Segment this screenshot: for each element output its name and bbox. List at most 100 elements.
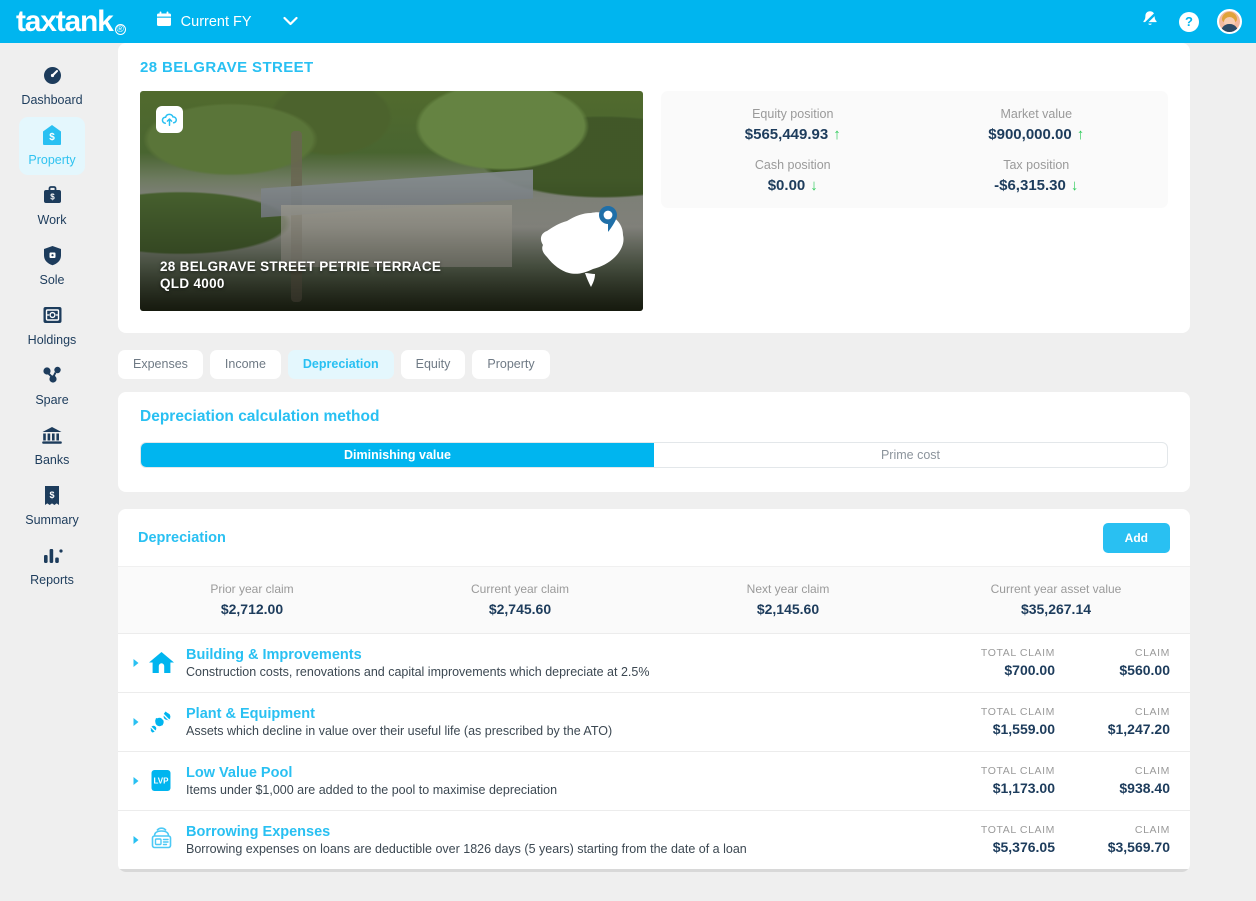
summary-value: $2,712.00 (220, 600, 284, 617)
add-button[interactable]: Add (1102, 522, 1170, 553)
stat-amount: -$6,315.30 (994, 177, 1066, 194)
stat-label: Tax position (1003, 158, 1070, 172)
safe-icon (19, 304, 85, 326)
cloud-upload-icon[interactable] (156, 106, 183, 133)
summary-label: Current year asset value (990, 581, 1122, 596)
shield-icon (19, 244, 85, 266)
sidebar-item-spare[interactable]: Spare (19, 357, 85, 415)
expand-caret-icon[interactable] (128, 776, 144, 786)
table-row[interactable]: Plant & Equipment Assets which decline i… (118, 691, 1190, 751)
property-photo[interactable]: 28 BELGRAVE STREET PETRIE TERRACE QLD 40… (140, 91, 643, 311)
claim-value: $938.40 (1119, 780, 1170, 796)
total-claim-label: TOTAL CLAIM (980, 765, 1055, 777)
svg-text:$: $ (50, 193, 55, 202)
sidebar-item-label: Summary (25, 513, 79, 527)
registered-mark: ® (114, 23, 126, 35)
calculation-method-card: Depreciation calculation method Diminish… (118, 391, 1190, 492)
total-claim-value: $5,376.05 (992, 839, 1055, 855)
depreciation-summary-band: Prior year claim $2,712.00 Current year … (118, 565, 1190, 633)
expand-caret-icon[interactable] (128, 717, 144, 727)
financial-year-selector[interactable]: Current FY (156, 11, 298, 32)
method-option-prime-cost[interactable]: Prime cost (654, 443, 1167, 467)
summary-prior-year-claim: Prior year claim $2,712.00 (118, 582, 386, 617)
sidebar-item-label: Reports (30, 573, 74, 587)
tab-depreciation[interactable]: Depreciation (287, 350, 394, 379)
trend-up-icon: ↑ (833, 126, 841, 143)
total-claim-cell: TOTAL CLAIM $1,559.00 (880, 706, 1055, 737)
sidebar-item-reports[interactable]: Reports (19, 537, 85, 595)
card-bottom-rule (118, 868, 1190, 872)
method-option-diminishing-value[interactable]: Diminishing value (141, 442, 654, 467)
summary-current-year-claim: Current year claim $2,745.60 (386, 582, 654, 617)
top-bar-actions: ? (1139, 8, 1242, 35)
summary-label: Prior year claim (210, 581, 294, 596)
table-row[interactable]: Building & Improvements Construction cos… (118, 632, 1190, 692)
claim-cell: CLAIM $3,569.70 (1055, 824, 1170, 855)
sidebar-item-banks[interactable]: Banks (19, 417, 85, 475)
sidebar-item-sole[interactable]: Sole (19, 237, 85, 295)
claim-label: CLAIM (1134, 824, 1170, 836)
total-claim-value: $1,173.00 (992, 780, 1055, 796)
main-content: 28 BELGRAVE STREET 28 BELGRAVE STREET PE… (104, 43, 1256, 901)
calendar-icon (156, 11, 172, 32)
summary-value: $2,145.60 (756, 600, 820, 617)
svg-text:$: $ (49, 490, 54, 500)
stat-value-row: $0.00 ↓ (671, 177, 915, 194)
asset-name: Building & Improvements (186, 646, 362, 663)
avatar[interactable] (1217, 9, 1242, 34)
total-claim-value: $700.00 (1004, 662, 1055, 678)
expand-caret-icon[interactable] (128, 658, 144, 668)
chevron-down-icon[interactable] (282, 13, 298, 31)
tab-equity[interactable]: Equity (400, 350, 466, 379)
sidebar-item-summary[interactable]: $ Summary (19, 477, 85, 535)
summary-current-year-asset-value: Current year asset value $35,267.14 (922, 582, 1190, 617)
brand-name: taxtank (16, 4, 114, 38)
avatar-body (1221, 24, 1238, 32)
stat-equity-position: Equity position $565,449.93 ↑ (671, 107, 915, 143)
claim-cell: CLAIM $560.00 (1055, 647, 1170, 678)
bank-icon (19, 424, 85, 446)
speedometer-icon (19, 64, 85, 86)
table-row[interactable]: LVP Low Value Pool Items under $1,000 ar… (118, 750, 1190, 810)
stat-cash-position: Cash position $0.00 ↓ (671, 158, 915, 194)
total-claim-cell: TOTAL CLAIM $1,173.00 (880, 765, 1055, 796)
tab-income[interactable]: Income (209, 350, 281, 379)
stat-amount: $900,000.00 (988, 126, 1072, 143)
property-overview-body: 28 BELGRAVE STREET PETRIE TERRACE QLD 40… (140, 91, 1168, 311)
sidebar-item-work[interactable]: $ Work (19, 177, 85, 235)
stat-value-row: $565,449.93 ↑ (671, 126, 915, 143)
photo-house-roof (260, 169, 533, 218)
claim-value: $3,569.70 (1107, 839, 1170, 855)
claim-label: CLAIM (1134, 765, 1170, 777)
sidebar-item-label: Work (37, 213, 67, 227)
sidebar: Dashboard $ Property $ Work Sole Holding… (0, 43, 104, 901)
table-row[interactable]: Borrowing Expenses Borrowing expenses on… (118, 809, 1190, 869)
asset-name: Borrowing Expenses (186, 823, 331, 840)
summary-next-year-claim: Next year claim $2,145.60 (654, 582, 922, 617)
photo-address-caption: 28 BELGRAVE STREET PETRIE TERRACE QLD 40… (160, 259, 441, 293)
australia-map-pin-icon (525, 193, 635, 303)
total-claim-label: TOTAL CLAIM (980, 706, 1055, 718)
sidebar-item-property[interactable]: $ Property (19, 117, 85, 175)
sidebar-item-label: Spare (35, 393, 69, 407)
claim-cell: CLAIM $938.40 (1055, 765, 1170, 796)
depreciation-title: Depreciation (138, 529, 226, 546)
tab-expenses[interactable]: Expenses (118, 350, 203, 379)
tab-property[interactable]: Property (472, 350, 550, 379)
help-icon[interactable]: ? (1179, 11, 1199, 32)
trend-down-icon: ↓ (1070, 177, 1079, 194)
page-title: 28 BELGRAVE STREET (140, 59, 314, 76)
stat-value-row: $900,000.00 ↑ (915, 126, 1159, 143)
financial-year-label: Current FY (180, 13, 252, 30)
property-tag-icon: $ (19, 124, 85, 146)
app-logo[interactable]: taxtank ® (16, 4, 126, 38)
lvp-badge-icon: LVP (144, 768, 178, 793)
sidebar-item-dashboard[interactable]: Dashboard (19, 57, 85, 115)
bell-muted-icon[interactable] (1139, 8, 1161, 35)
calculation-method-toggle: Diminishing value Prime cost (140, 441, 1168, 468)
sidebar-item-label: Banks (34, 453, 70, 467)
house-icon (144, 650, 178, 675)
total-claim-label: TOTAL CLAIM (980, 647, 1055, 659)
expand-caret-icon[interactable] (128, 835, 144, 845)
sidebar-item-holdings[interactable]: Holdings (19, 297, 85, 355)
